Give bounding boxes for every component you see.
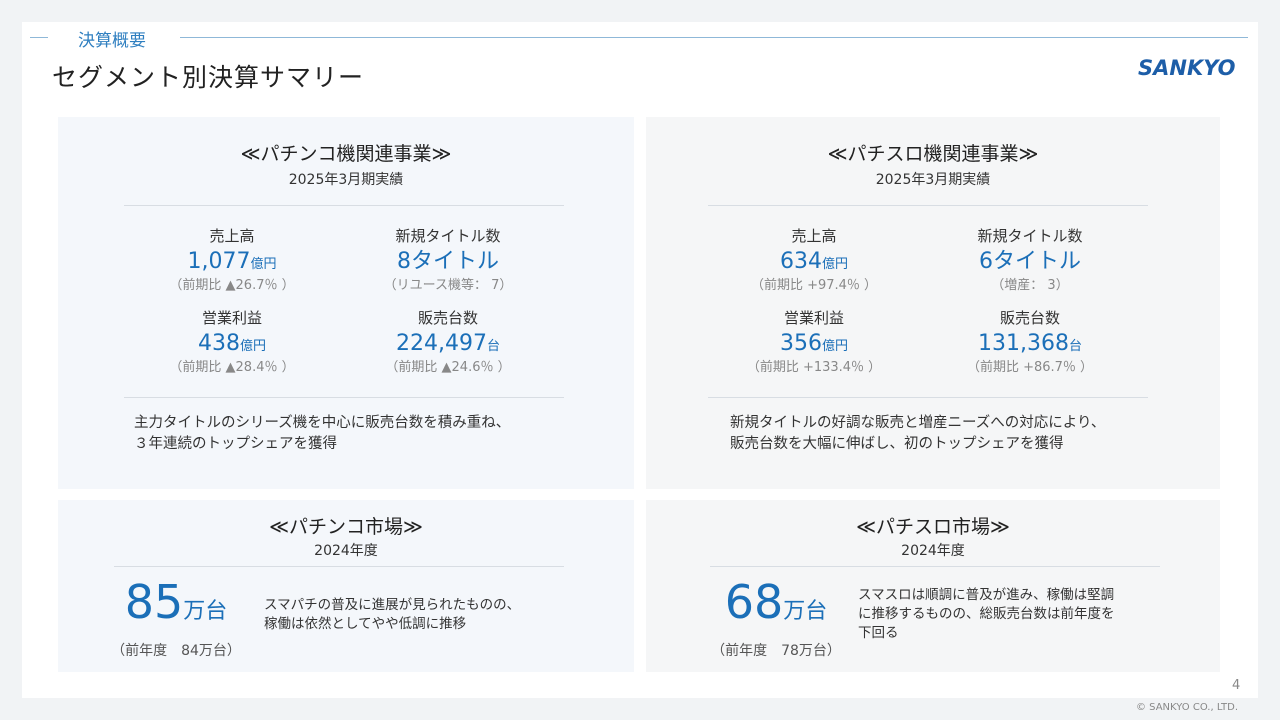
pachinko-business-panel: ≪パチンコ機関連事業≫ 2025年3月期実績 売上高 1,077億円 （前期比 … [58, 117, 634, 489]
metric-titles: 新規タイトル数 6タイトル （増産： 3） [930, 225, 1130, 295]
metric-note: （前期比 +86.7％ ） [966, 360, 1094, 375]
metric-sales: 売上高 1,077億円 （前期比 ▲26.7％ ） [132, 225, 332, 295]
divider [114, 566, 564, 567]
metric-value: 8タイトル [397, 249, 499, 274]
metric-note: （前期比 ▲24.6％ ） [385, 360, 511, 375]
page-title: セグメント別決算サマリー [52, 63, 365, 92]
metric-sales: 売上高 634億円 （前期比 +97.4％ ） [714, 225, 914, 295]
divider [710, 566, 1160, 567]
metric-units: 販売台数 224,497台 （前期比 ▲24.6％ ） [348, 307, 548, 377]
slide: 決算概要 セグメント別決算サマリー SANKYO ≪パチンコ機関連事業≫ 202… [22, 22, 1258, 698]
panel-title: ≪パチスロ機関連事業≫ [827, 143, 1039, 165]
divider [124, 397, 564, 398]
panel-description: 新規タイトルの好調な販売と増産ニーズへの対応により、 販売台数を大幅に伸ばし、初… [730, 415, 1106, 452]
metric-value: 438億円 [197, 331, 266, 356]
market-volume-prev: （前年度 84万台） [111, 643, 241, 659]
panel-period: 2025年3月期実績 [875, 172, 991, 188]
pachislot-market-panel: ≪パチスロ市場≫ 2024年度 68万台 （前年度 78万台） スマスロは順調に… [646, 500, 1220, 672]
metric-note: （前期比 ▲28.4％ ） [169, 360, 295, 375]
pachinko-market-panel: ≪パチンコ市場≫ 2024年度 85万台 （前年度 84万台） スマパチの普及に… [58, 500, 634, 672]
metric-note: （増産： 3） [991, 278, 1069, 293]
metric-label: 売上高 [209, 227, 255, 245]
market-description: スマパチの普及に進展が見られたものの、 稼働は依然としてやや低調に推移 [264, 597, 521, 632]
metric-note: （前期比 ▲26.7％ ） [169, 278, 295, 293]
metric-label: 営業利益 [783, 309, 844, 327]
metric-note: （リユース機等： 7） [383, 278, 513, 293]
market-volume: 85万台 （前年度 84万台） [98, 576, 254, 660]
metric-label: 売上高 [791, 227, 837, 245]
metric-value: 6タイトル [979, 249, 1081, 274]
metric-profit: 営業利益 438億円 （前期比 ▲28.4％ ） [132, 307, 332, 377]
metric-units: 販売台数 131,368台 （前期比 +86.7％ ） [930, 307, 1130, 377]
metric-value: 634億円 [779, 249, 848, 274]
market-volume-value: 85万台 [124, 575, 228, 629]
metric-label: 営業利益 [201, 309, 262, 327]
market-volume: 68万台 （前年度 78万台） [698, 576, 854, 660]
metric-profit: 営業利益 356億円 （前期比 +133.4％ ） [714, 307, 914, 377]
pachislot-business-panel: ≪パチスロ機関連事業≫ 2025年3月期実績 売上高 634億円 （前期比 +9… [646, 117, 1220, 489]
page-number: 4 [1232, 678, 1241, 693]
header-rule-left [30, 37, 48, 38]
metric-titles: 新規タイトル数 8タイトル （リユース機等： 7） [348, 225, 548, 295]
panel-period: 2024年度 [314, 543, 378, 559]
metric-value: 1,077億円 [187, 249, 277, 274]
panel-period: 2025年3月期実績 [288, 172, 404, 188]
metric-label: 販売台数 [417, 309, 478, 327]
divider [708, 397, 1148, 398]
panel-description: 主力タイトルのシリーズ機を中心に販売台数を積み重ね、 ３年連続のトップシェアを獲… [134, 415, 511, 452]
market-volume-value: 68万台 [724, 575, 828, 629]
header-rule-right [180, 37, 1248, 38]
divider [708, 205, 1148, 206]
metric-label: 新規タイトル数 [395, 227, 501, 245]
section-label: 決算概要 [78, 31, 146, 51]
panel-period: 2024年度 [901, 543, 965, 559]
panel-title: ≪パチンコ市場≫ [269, 516, 423, 538]
panel-title: ≪パチンコ機関連事業≫ [240, 143, 452, 165]
sankyo-logo: SANKYO [1138, 56, 1236, 80]
metric-value: 131,368台 [978, 331, 1082, 356]
copyright: © SANKYO CO., LTD. [1136, 702, 1239, 713]
panel-title: ≪パチスロ市場≫ [856, 516, 1010, 538]
metric-value: 356億円 [779, 331, 848, 356]
metric-value: 224,497台 [396, 331, 500, 356]
metric-label: 販売台数 [999, 309, 1060, 327]
metric-label: 新規タイトル数 [977, 227, 1083, 245]
market-description: スマスロは順調に普及が進み、稼働は堅調 に推移するものの、総販売台数は前年度を … [858, 587, 1115, 641]
divider [124, 205, 564, 206]
metric-note: （前期比 +97.4％ ） [750, 278, 878, 293]
market-volume-prev: （前年度 78万台） [711, 643, 841, 659]
metric-note: （前期比 +133.4％ ） [746, 360, 882, 375]
